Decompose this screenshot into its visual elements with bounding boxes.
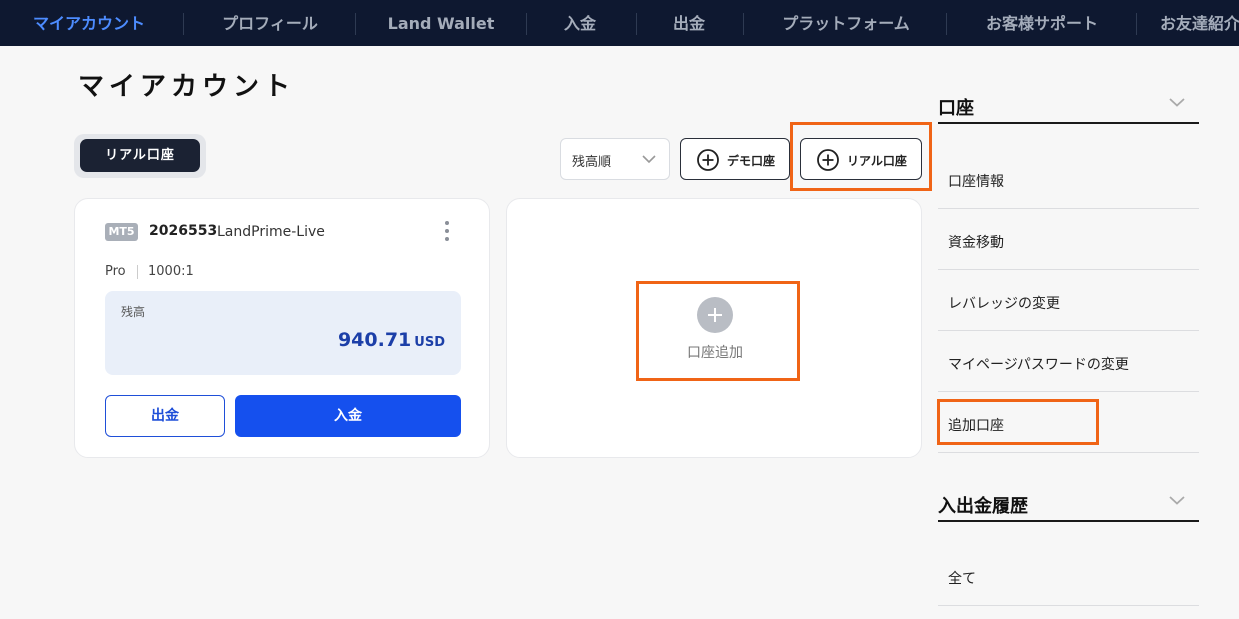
sidebar-item-account-info[interactable]: 口座情報	[938, 148, 1199, 209]
sidebar-item-label: 全て	[948, 571, 976, 587]
chevron-down-icon	[1167, 92, 1187, 116]
nav-divider	[183, 13, 184, 35]
tab-support[interactable]: お客様サポート	[968, 0, 1116, 46]
add-demo-account-button[interactable]: デモ口座	[680, 138, 790, 180]
divider	[137, 265, 138, 279]
account-card: MT5 2026553 LandPrime-Live Pro 1000:1 残高…	[74, 198, 490, 458]
plus-circle-icon	[696, 148, 720, 176]
withdraw-button[interactable]: 出金	[105, 395, 225, 437]
sidebar-item-leverage-change[interactable]: レバレッジの変更	[938, 270, 1199, 331]
sidebar-item-fund-transfer[interactable]: 資金移動	[938, 209, 1199, 270]
balance-value-wrap: 940.71 USD	[338, 329, 445, 351]
account-number: 2026553	[149, 223, 218, 239]
nav-divider	[946, 13, 947, 35]
account-type: Pro	[105, 264, 126, 279]
chevron-down-icon	[1167, 490, 1187, 514]
sort-select-value: 残高順	[572, 155, 612, 170]
highlight-box	[636, 281, 800, 381]
sort-select[interactable]: 残高順	[560, 138, 670, 180]
balance-value: 940.71	[337, 329, 412, 351]
sidebar-section-title: 入出金履歴	[938, 496, 1028, 517]
nav-divider	[355, 13, 356, 35]
sidebar-item-label: 資金移動	[948, 235, 1004, 251]
chevron-down-icon	[639, 149, 659, 173]
sidebar-item-all[interactable]: 全て	[938, 545, 1199, 606]
more-options-icon[interactable]	[443, 221, 451, 245]
tab-platform[interactable]: プラットフォーム	[764, 0, 928, 46]
highlight-box	[937, 399, 1099, 445]
tab-profile[interactable]: プロフィール	[205, 0, 335, 46]
tab-my-account[interactable]: マイアカウント	[18, 0, 160, 46]
tab-deposit[interactable]: 入金	[548, 0, 612, 46]
sidebar-section-title: 口座	[938, 98, 974, 119]
sidebar-item-label: 口座情報	[948, 174, 1004, 190]
balance-box: 残高 940.71 USD	[105, 291, 461, 375]
balance-currency: USD	[414, 335, 445, 350]
nav-divider	[743, 13, 744, 35]
account-type-filter: リアル口座	[74, 134, 206, 178]
sidebar-section-accounts[interactable]: 口座	[938, 88, 1199, 124]
real-account-filter-button[interactable]: リアル口座	[80, 139, 200, 172]
tab-land-wallet[interactable]: Land Wallet	[376, 0, 506, 46]
nav-divider	[636, 13, 637, 35]
nav-divider	[526, 13, 527, 35]
platform-badge: MT5	[105, 223, 138, 241]
tab-withdraw[interactable]: 出金	[657, 0, 721, 46]
top-nav: マイアカウント プロフィール Land Wallet 入金 出金 プラットフォー…	[0, 0, 1239, 46]
sidebar-section-history[interactable]: 入出金履歴	[938, 486, 1199, 522]
nav-divider	[1136, 13, 1137, 35]
deposit-button[interactable]: 入金	[235, 395, 461, 437]
account-leverage: 1000:1	[148, 264, 194, 279]
highlight-box	[790, 122, 932, 191]
sidebar-item-password-change[interactable]: マイページパスワードの変更	[938, 331, 1199, 392]
balance-label: 残高	[121, 305, 146, 319]
account-server: LandPrime-Live	[217, 224, 325, 240]
tab-referral[interactable]: お友達紹介	[1160, 0, 1239, 46]
sidebar-item-label: レバレッジの変更	[948, 296, 1060, 312]
page-title: マイアカウント	[78, 72, 296, 102]
add-demo-account-label: デモ口座	[727, 154, 776, 168]
sidebar-item-label: マイページパスワードの変更	[948, 357, 1129, 373]
